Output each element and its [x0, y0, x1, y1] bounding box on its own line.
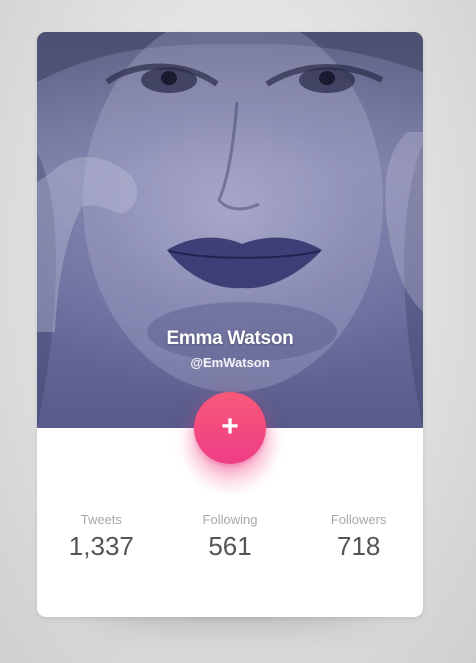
- profile-name: Emma Watson: [166, 328, 294, 349]
- follow-add-button[interactable]: +: [194, 392, 266, 464]
- profile-handle[interactable]: @EmWatson: [37, 355, 423, 370]
- profile-card: Emma Watson @EmWatson + Tweets 1,337 Fol…: [37, 32, 423, 617]
- stat-value: 1,337: [68, 531, 134, 561]
- stat-followers[interactable]: Followers 718: [294, 512, 423, 562]
- stat-value: 718: [336, 531, 381, 561]
- plus-icon: +: [221, 409, 239, 443]
- stat-label: Tweets: [80, 512, 122, 527]
- stat-label: Following: [202, 512, 258, 527]
- stat-following[interactable]: Following 561: [166, 512, 295, 562]
- stat-label: Followers: [330, 512, 387, 527]
- stat-value: 561: [208, 531, 252, 561]
- stat-tweets[interactable]: Tweets 1,337: [37, 512, 166, 562]
- stats-row: Tweets 1,337 Following 561 Followers 718: [37, 512, 423, 562]
